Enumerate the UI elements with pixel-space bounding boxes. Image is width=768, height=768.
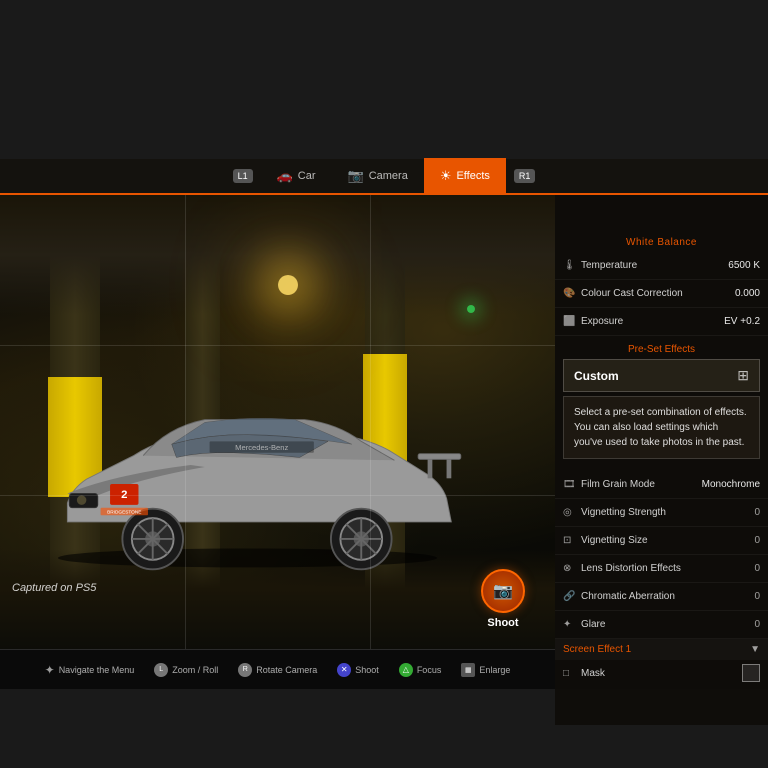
screen-effect-title: Screen Effect 1 — [563, 644, 631, 655]
vignetting-size-label: Vignetting Size — [581, 535, 754, 546]
chromatic-row: 🔗 Chromatic Aberration 0 — [555, 583, 768, 611]
focus-label: Focus — [417, 665, 442, 675]
game-viewport: 2 Mercedes-Benz BRIDGESTONE Captured on … — [0, 195, 555, 649]
preset-section: Pre-Set Effects Custom ⊞ Select a pre-se… — [555, 336, 768, 471]
film-grain-icon: 🎞 — [563, 479, 581, 490]
exposure-value: EV +0.2 — [724, 316, 760, 327]
rs-icon: R — [238, 663, 252, 677]
temperature-label: Temperature — [581, 260, 728, 271]
main-screen: L1 🚗 Car 📷 Camera ☀ Effects R1 — [0, 159, 768, 689]
shoot-button-area[interactable]: 📷 Shoot — [481, 569, 525, 629]
lens-distortion-row: ⊗ Lens Distortion Effects 0 — [555, 555, 768, 583]
tab-car-label: Car — [298, 170, 316, 182]
exposure-icon: ⬜ — [563, 316, 581, 327]
shoot-label: Shoot — [487, 617, 518, 629]
vignetting-size-value: 0 — [754, 535, 760, 546]
effects-scroll-area[interactable]: White Balance 🌡 Temperature 6500 K 🎨 Col… — [555, 231, 768, 685]
mask-row: □ Mask — [555, 660, 768, 685]
glare-row: ✦ Glare 0 — [555, 611, 768, 639]
vignetting-strength-label: Vignetting Strength — [581, 507, 754, 518]
bottom-controls-bar: ✦ Navigate the Menu L Zoom / Roll R Rota… — [0, 649, 555, 689]
game-background: 2 Mercedes-Benz BRIDGESTONE — [0, 195, 555, 649]
triangle-icon: △ — [399, 663, 413, 677]
tab-camera-label: Camera — [369, 170, 408, 182]
dpad-icon: ✦ — [45, 663, 55, 677]
zoom-label: Zoom / Roll — [172, 665, 218, 675]
camera-nav-icon: 📷 — [348, 168, 364, 184]
l1-button[interactable]: L1 — [233, 169, 253, 183]
rotate-label: Rotate Camera — [256, 665, 317, 675]
control-enlarge: ▦ Enlarge — [461, 663, 510, 677]
vignetting-strength-value: 0 — [754, 507, 760, 518]
control-shoot: ✕ Shoot — [337, 663, 379, 677]
control-navigate: ✦ Navigate the Menu — [45, 663, 135, 677]
effects-nav-icon: ☀ — [440, 168, 452, 184]
chromatic-value: 0 — [754, 591, 760, 602]
film-grain-label: Film Grain Mode — [581, 479, 702, 490]
vignetting-strength-icon: ◎ — [563, 507, 581, 518]
ls-icon: L — [154, 663, 168, 677]
preset-effects-header: Pre-Set Effects — [563, 340, 760, 359]
car-svg: 2 Mercedes-Benz BRIDGESTONE — [20, 374, 475, 594]
svg-text:2: 2 — [121, 489, 127, 501]
svg-text:BRIDGESTONE: BRIDGESTONE — [107, 509, 141, 515]
navigate-label: Navigate the Menu — [59, 665, 135, 675]
colour-cast-row: 🎨 Colour Cast Correction 0.000 — [555, 280, 768, 308]
preset-dropdown-label: Custom — [574, 369, 737, 383]
film-grain-row: 🎞 Film Grain Mode Monochrome — [555, 471, 768, 499]
exposure-label: Exposure — [581, 316, 724, 327]
control-focus: △ Focus — [399, 663, 442, 677]
vignetting-size-icon: ⊡ — [563, 535, 581, 546]
preset-dropdown[interactable]: Custom ⊞ — [563, 359, 760, 392]
ceiling-beam — [0, 195, 555, 315]
tab-car[interactable]: 🚗 Car — [261, 158, 332, 194]
glare-icon: ✦ — [563, 619, 581, 630]
lens-distortion-value: 0 — [754, 563, 760, 574]
top-nav-bar: L1 🚗 Car 📷 Camera ☀ Effects R1 — [0, 159, 768, 195]
effects-panel: White Balance 🌡 Temperature 6500 K 🎨 Col… — [555, 195, 768, 725]
back-light — [467, 305, 475, 313]
temperature-value: 6500 K — [728, 260, 760, 271]
chromatic-icon: 🔗 — [563, 591, 581, 602]
screen-effect-header: Screen Effect 1 ▼ — [555, 639, 768, 660]
captured-label: Captured on PS5 — [12, 582, 96, 594]
car-nav-icon: 🚗 — [277, 168, 293, 184]
shoot-ctrl-label: Shoot — [355, 665, 379, 675]
lens-distortion-icon: ⊗ — [563, 563, 581, 574]
film-grain-value: Monochrome — [702, 479, 760, 490]
shoot-button-circle[interactable]: 📷 — [481, 569, 525, 613]
control-zoom: L Zoom / Roll — [154, 663, 218, 677]
chromatic-label: Chromatic Aberration — [581, 591, 754, 602]
square-icon: ▦ — [461, 663, 475, 677]
mask-checkbox[interactable] — [742, 664, 760, 682]
temperature-row: 🌡 Temperature 6500 K — [555, 252, 768, 280]
tab-effects-label: Effects — [456, 170, 489, 182]
r1-button[interactable]: R1 — [514, 169, 536, 183]
mask-label: Mask — [581, 668, 742, 679]
colour-cast-label: Colour Cast Correction — [581, 288, 735, 299]
car-container: 2 Mercedes-Benz BRIDGESTONE — [20, 374, 475, 594]
vignetting-strength-row: ◎ Vignetting Strength 0 — [555, 499, 768, 527]
white-balance-header: White Balance — [555, 231, 768, 252]
cross-icon: ✕ — [337, 663, 351, 677]
preset-tooltip: Select a pre-set combination of effects.… — [563, 396, 760, 459]
overhead-light — [278, 275, 298, 295]
tab-camera[interactable]: 📷 Camera — [332, 158, 424, 194]
exposure-row: ⬜ Exposure EV +0.2 — [555, 308, 768, 336]
preset-grid-icon: ⊞ — [737, 367, 749, 384]
vignetting-size-row: ⊡ Vignetting Size 0 — [555, 527, 768, 555]
mask-icon: □ — [563, 668, 581, 679]
shoot-camera-icon: 📷 — [493, 581, 513, 601]
control-rotate: R Rotate Camera — [238, 663, 317, 677]
glare-label: Glare — [581, 619, 754, 630]
temperature-icon: 🌡 — [563, 260, 581, 271]
colour-cast-value: 0.000 — [735, 288, 760, 299]
svg-text:Mercedes-Benz: Mercedes-Benz — [235, 443, 288, 452]
glare-value: 0 — [754, 619, 760, 630]
enlarge-label: Enlarge — [479, 665, 510, 675]
colour-cast-icon: 🎨 — [563, 288, 581, 299]
tab-effects[interactable]: ☀ Effects — [424, 158, 506, 194]
lens-distortion-label: Lens Distortion Effects — [581, 563, 754, 574]
screen-effect-collapse-icon[interactable]: ▼ — [750, 644, 760, 655]
